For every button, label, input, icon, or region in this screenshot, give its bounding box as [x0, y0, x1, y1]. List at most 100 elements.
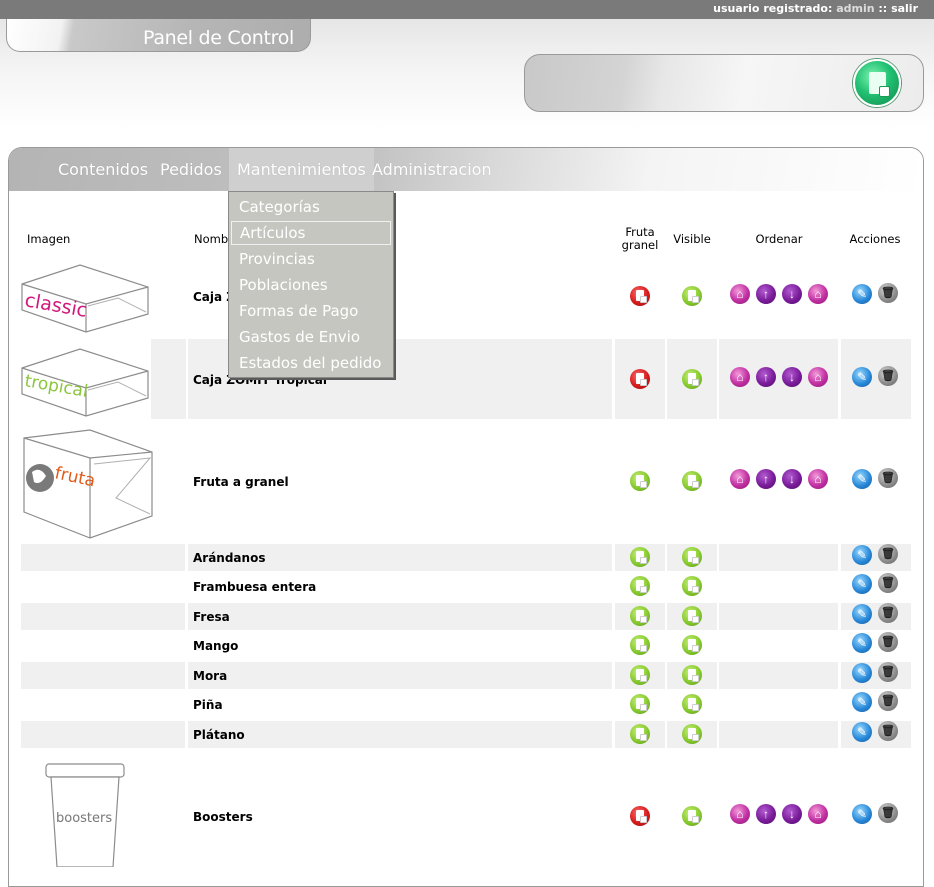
row-stripe — [21, 603, 185, 630]
green-document-icon[interactable] — [682, 694, 702, 714]
move-first-icon[interactable]: ⌂ — [730, 804, 750, 824]
row-name: Mora — [193, 669, 228, 683]
nav-item-mantenimientos[interactable]: Mantenimientos — [229, 148, 374, 191]
nav-item-administracion[interactable]: Administracion — [372, 160, 492, 179]
green-document-icon[interactable] — [630, 724, 650, 744]
green-document-icon[interactable] — [682, 369, 702, 389]
green-document-icon[interactable] — [630, 635, 650, 655]
move-first-icon[interactable]: ⌂ — [730, 367, 750, 387]
green-document-icon[interactable] — [682, 576, 702, 596]
trash-icon[interactable]: 🗑 — [878, 544, 898, 564]
edit-pencil-icon[interactable]: ✎ — [852, 692, 872, 712]
header-name: Nomb — [194, 232, 229, 246]
move-down-icon[interactable]: ↓ — [782, 804, 802, 824]
move-down-icon[interactable]: ↓ — [782, 284, 802, 304]
edit-pencil-icon[interactable]: ✎ — [852, 633, 872, 653]
green-document-icon[interactable] — [682, 806, 702, 826]
green-document-icon[interactable] — [630, 694, 650, 714]
menu-item-gastos-de-envio[interactable]: Gastos de Envio — [231, 325, 391, 349]
menu-item-poblaciones[interactable]: Poblaciones — [231, 273, 391, 297]
menu-item-formas-de-pago[interactable]: Formas de Pago — [231, 299, 391, 323]
menu-item-categorias[interactable]: Categorías — [231, 195, 391, 219]
trash-icon[interactable]: 🗑 — [878, 283, 898, 303]
trash-icon[interactable]: 🗑 — [878, 721, 898, 741]
row-stripe — [719, 544, 838, 571]
move-last-icon[interactable]: ⌂ — [808, 284, 828, 304]
green-document-icon[interactable] — [630, 576, 650, 596]
green-document-icon[interactable] — [630, 665, 650, 685]
header-order: Ordenar — [755, 232, 803, 246]
row-stripe — [151, 339, 186, 419]
trash-icon[interactable]: 🗑 — [878, 632, 898, 652]
row-name: Piña — [193, 698, 223, 712]
edit-pencil-icon[interactable]: ✎ — [852, 367, 872, 387]
green-document-icon[interactable] — [682, 665, 702, 685]
nav-item-contenidos[interactable]: Contenidos — [58, 160, 148, 179]
header-visible: Visible — [673, 232, 711, 246]
trash-icon[interactable]: 🗑 — [878, 603, 898, 623]
product-image-fruta: fruta — [23, 429, 153, 539]
trash-icon[interactable]: 🗑 — [878, 803, 898, 823]
move-up-icon[interactable]: ↑ — [756, 469, 776, 489]
trash-icon[interactable]: 🗑 — [878, 468, 898, 488]
row-stripe — [719, 603, 838, 630]
green-document-icon[interactable] — [630, 606, 650, 626]
user-name-link[interactable]: admin — [836, 2, 874, 15]
nav-item-pedidos[interactable]: Pedidos — [160, 160, 222, 179]
trash-icon[interactable]: 🗑 — [878, 691, 898, 711]
green-document-icon[interactable] — [682, 471, 702, 491]
move-up-icon[interactable]: ↑ — [756, 284, 776, 304]
menu-item-provincias[interactable]: Provincias — [231, 247, 391, 271]
boosters-logo-text: boosters — [56, 811, 112, 826]
green-document-icon[interactable] — [682, 547, 702, 567]
edit-pencil-icon[interactable]: ✎ — [852, 804, 872, 824]
edit-pencil-icon[interactable]: ✎ — [852, 574, 872, 594]
header-actions: Acciones — [849, 232, 901, 246]
edit-pencil-icon[interactable]: ✎ — [852, 663, 872, 683]
move-first-icon[interactable]: ⌂ — [730, 469, 750, 489]
row-name: Mango — [193, 639, 239, 653]
row-name: Fruta a granel — [193, 475, 289, 489]
edit-pencil-icon[interactable]: ✎ — [852, 284, 872, 304]
logout-link[interactable]: salir — [891, 2, 918, 15]
move-down-icon[interactable]: ↓ — [782, 367, 802, 387]
red-document-icon[interactable] — [630, 369, 650, 389]
edit-pencil-icon[interactable]: ✎ — [852, 604, 872, 624]
green-document-icon[interactable] — [630, 547, 650, 567]
trash-icon[interactable]: 🗑 — [878, 573, 898, 593]
green-document-icon[interactable] — [682, 635, 702, 655]
page-title: Panel de Control — [143, 27, 294, 49]
green-document-icon[interactable] — [682, 286, 702, 306]
move-last-icon[interactable]: ⌂ — [808, 804, 828, 824]
document-arrow-icon[interactable] — [853, 59, 901, 107]
user-prefix: usuario registrado: — [713, 2, 833, 15]
move-last-icon[interactable]: ⌂ — [808, 367, 828, 387]
red-document-icon[interactable] — [630, 286, 650, 306]
status-box — [524, 54, 924, 112]
menu-item-articulos[interactable]: Artículos — [231, 221, 391, 245]
row-stripe — [188, 603, 612, 630]
product-image-tropical: tropical — [21, 348, 149, 417]
trash-icon[interactable]: 🗑 — [878, 662, 898, 682]
user-info: usuario registrado: admin :: salir — [713, 2, 918, 15]
row-stripe — [188, 721, 612, 748]
edit-pencil-icon[interactable]: ✎ — [852, 469, 872, 489]
row-name: Plátano — [193, 728, 245, 742]
menu-item-estados-del-pedido[interactable]: Estados del pedido — [231, 351, 391, 375]
move-down-icon[interactable]: ↓ — [782, 469, 802, 489]
green-document-icon[interactable] — [682, 606, 702, 626]
move-up-icon[interactable]: ↑ — [756, 367, 776, 387]
header-fruta-granel-line2: granel — [621, 238, 659, 252]
move-last-icon[interactable]: ⌂ — [808, 469, 828, 489]
red-document-icon[interactable] — [630, 806, 650, 826]
row-name: Frambuesa entera — [193, 580, 317, 594]
row-name: Boosters — [193, 810, 253, 824]
move-up-icon[interactable]: ↑ — [756, 804, 776, 824]
green-document-icon[interactable] — [682, 724, 702, 744]
edit-pencil-icon[interactable]: ✎ — [852, 722, 872, 742]
green-document-icon[interactable] — [630, 471, 650, 491]
edit-pencil-icon[interactable]: ✎ — [852, 545, 872, 565]
header-image: Imagen — [27, 232, 71, 246]
trash-icon[interactable]: 🗑 — [878, 366, 898, 386]
move-first-icon[interactable]: ⌂ — [730, 284, 750, 304]
